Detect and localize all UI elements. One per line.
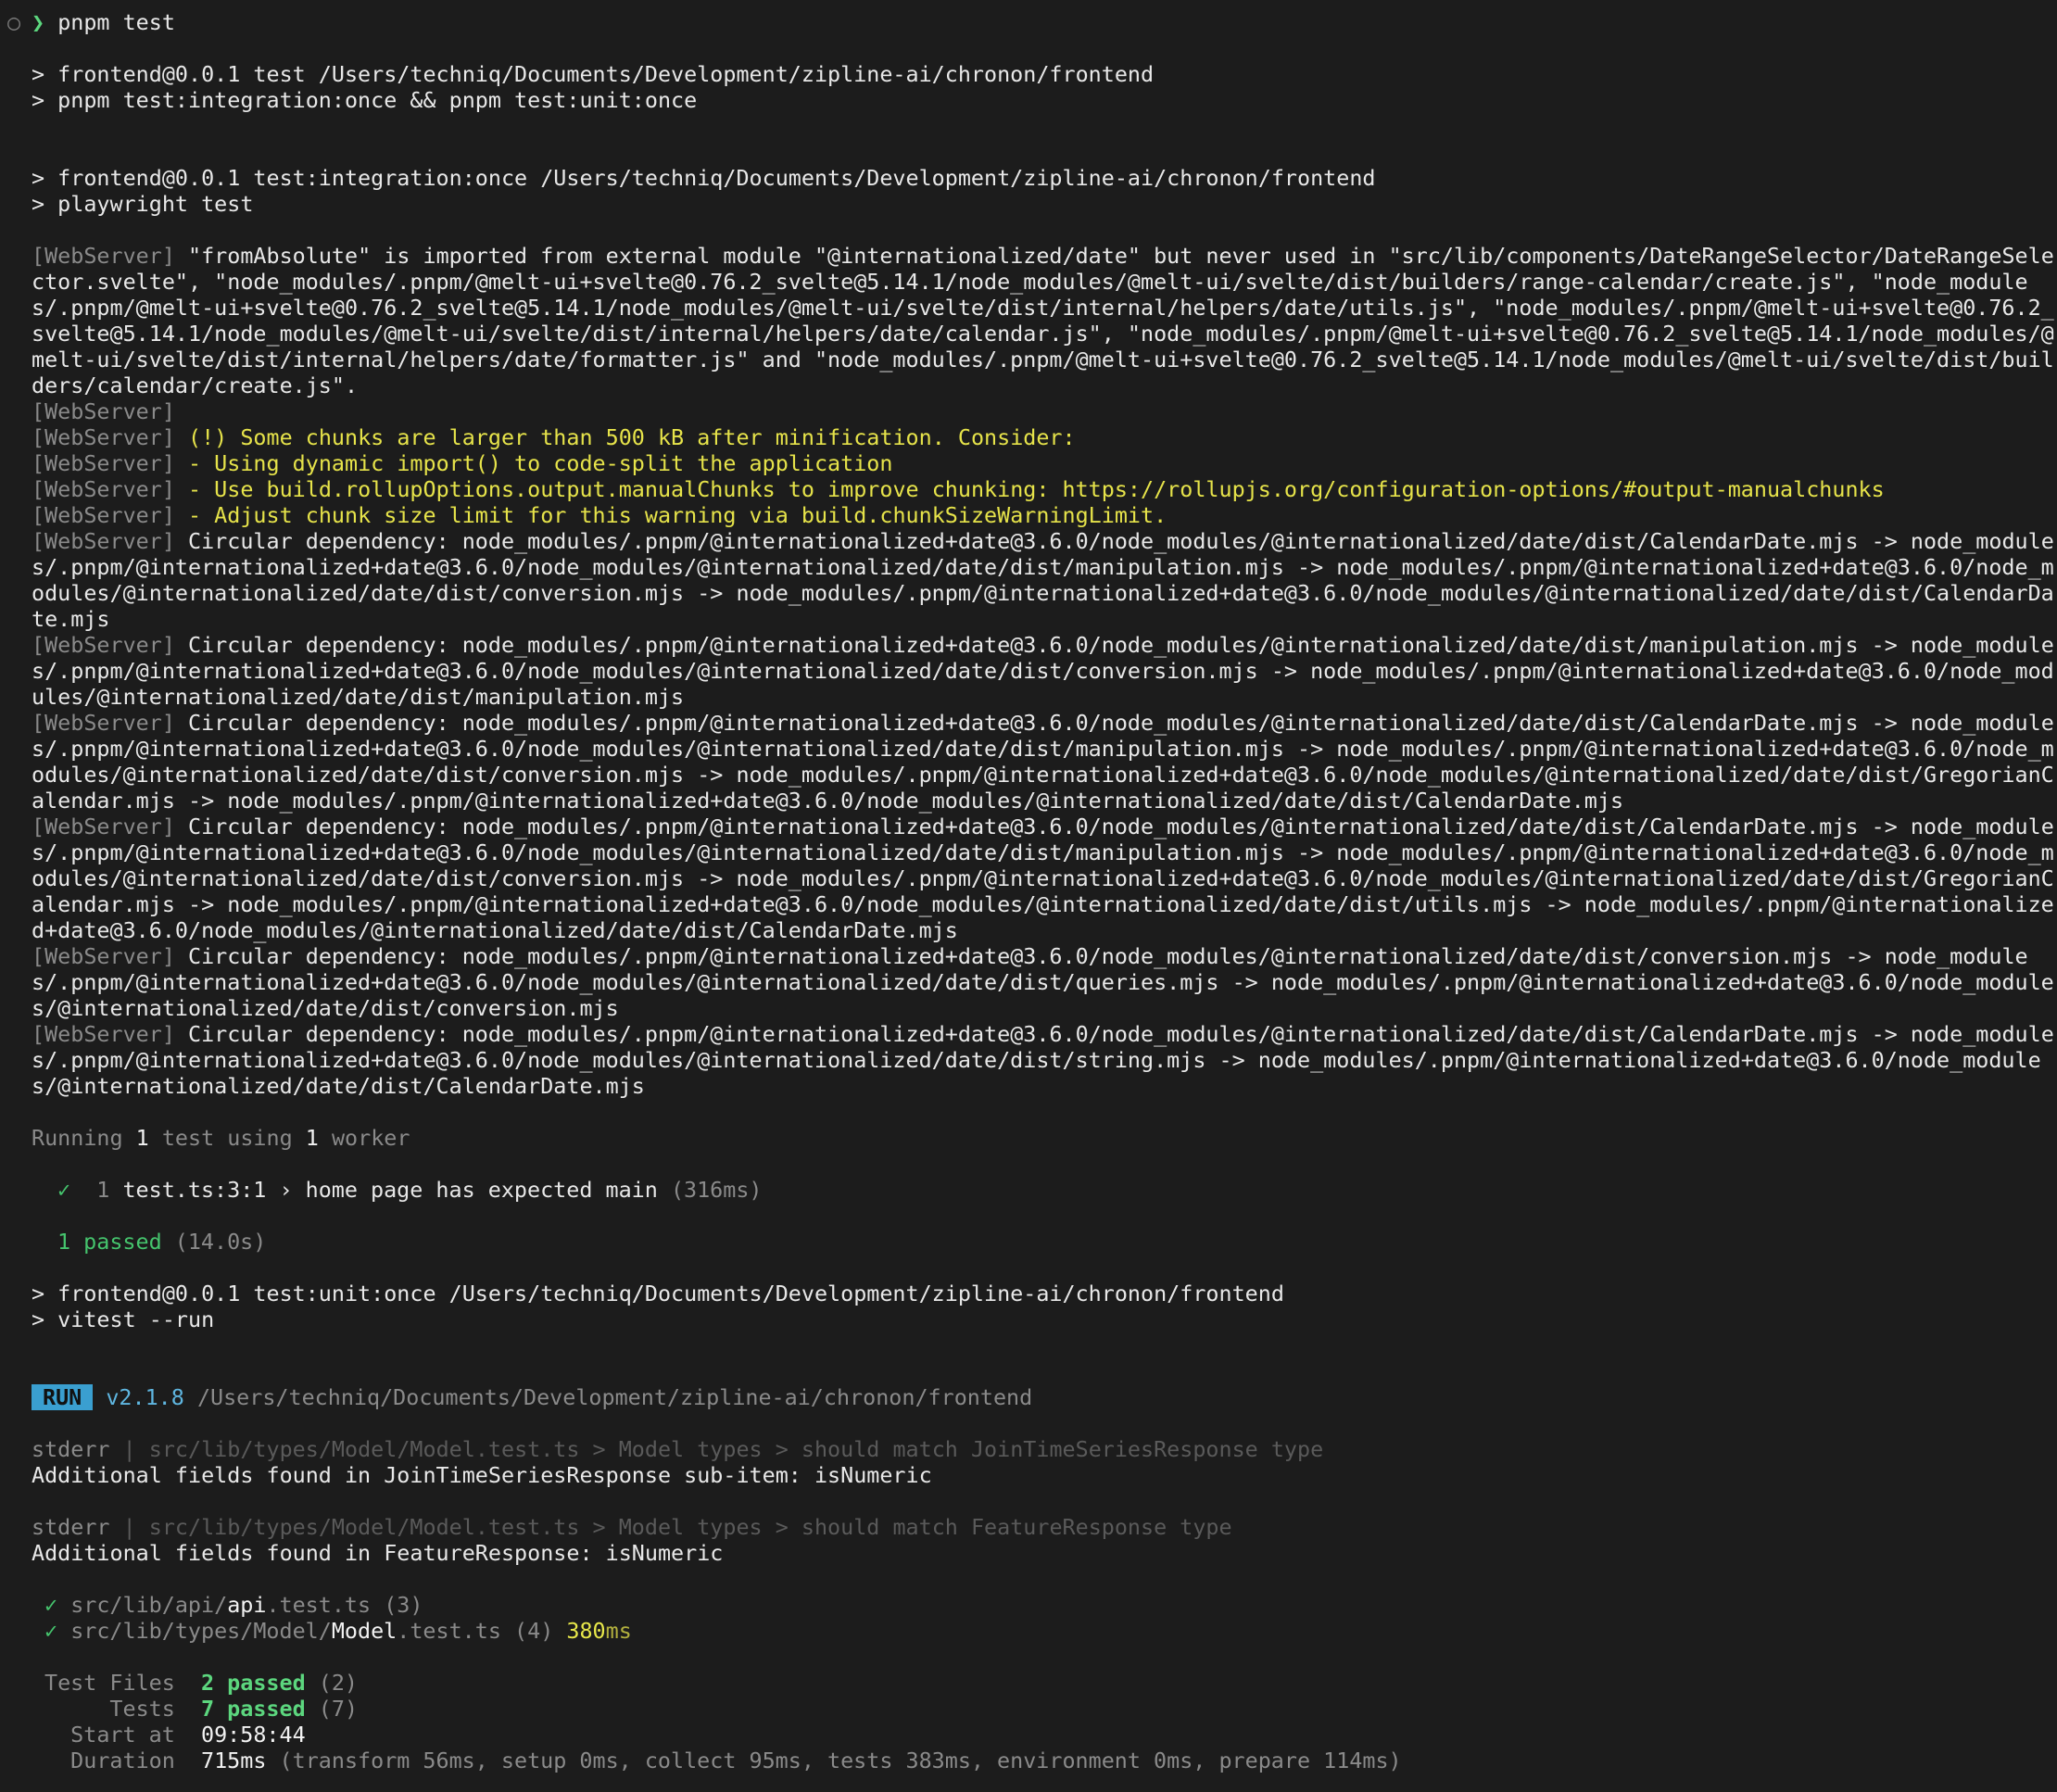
webserver-warning-line: [WebServer] - Using dynamic import() to … (32, 450, 893, 476)
circular-dependency-line: [WebServer] Circular dependency: node_mo… (32, 528, 2054, 632)
summary-duration: Duration 715ms (transform 56ms, setup 0m… (70, 1748, 1402, 1773)
command-text: pnpm test (57, 9, 175, 35)
check-icon: ✓ (44, 1592, 58, 1618)
script-header: > frontend@0.0.1 test:integration:once /… (32, 165, 1376, 191)
webserver-tag: [WebServer] (32, 243, 175, 269)
playwright-running-line: Running 1 test using 1 worker (32, 1125, 410, 1151)
script-header: > frontend@0.0.1 test /Users/techniq/Doc… (32, 61, 1155, 87)
stderr-header: stderr | src/lib/types/Model/Model.test.… (32, 1514, 1232, 1540)
circular-dependency-line: [WebServer] Circular dependency: node_mo… (32, 710, 2054, 814)
circular-dependency-line: [WebServer] Circular dependency: node_mo… (32, 632, 2054, 710)
script-command: > pnpm test:integration:once && pnpm tes… (32, 87, 698, 113)
test-file-result: ✓ src/lib/types/Model/Model.test.ts (4) … (44, 1618, 632, 1644)
stderr-message: Additional fields found in JoinTimeSerie… (32, 1462, 932, 1488)
command-line: ❯ pnpm test (32, 9, 2057, 35)
summary-start: Start at 09:58:44 (70, 1722, 306, 1748)
vitest-version: v2.1.8 (106, 1384, 184, 1410)
prompt-arrow-icon: ❯ (32, 9, 45, 35)
script-command: > playwright test (32, 191, 254, 217)
webserver-log-line: [WebServer] "fromAbsolute" is imported f… (32, 243, 2057, 398)
playwright-summary: 1 passed (14.0s) (57, 1229, 267, 1255)
summary-test-files: Test Files 2 passed (2) (44, 1670, 359, 1696)
script-command: > vitest --run (32, 1306, 215, 1332)
webserver-log-line: [WebServer] (32, 398, 175, 424)
check-icon: ✓ (57, 1177, 71, 1203)
test-file-result: ✓ src/lib/api/api.test.ts (3) (44, 1592, 423, 1618)
webserver-warning-line: [WebServer] - Adjust chunk size limit fo… (32, 502, 1167, 528)
run-badge: RUN (32, 1384, 94, 1410)
vitest-run-header: RUN v2.1.8 /Users/techniq/Documents/Deve… (32, 1384, 2057, 1410)
playwright-test-result: ✓ 1 test.ts:3:1 › home page has expected… (57, 1177, 763, 1203)
summary-tests: Tests 7 passed (7) (109, 1696, 359, 1722)
stderr-header: stderr | src/lib/types/Model/Model.test.… (32, 1436, 1324, 1462)
stderr-message: Additional fields found in FeatureRespon… (32, 1540, 724, 1566)
terminal-output[interactable]: ❯ pnpm test > frontend@0.0.1 test /Users… (32, 9, 2057, 1773)
check-icon: ✓ (44, 1618, 58, 1644)
prompt-status-icon: ○ (7, 9, 21, 35)
webserver-warning-line: [WebServer] (!) Some chunks are larger t… (32, 424, 1076, 450)
vitest-path: /Users/techniq/Documents/Development/zip… (196, 1384, 1033, 1410)
script-header: > frontend@0.0.1 test:unit:once /Users/t… (32, 1281, 1284, 1306)
webserver-message: "fromAbsolute" is imported from external… (32, 243, 2054, 398)
circular-dependency-line: [WebServer] Circular dependency: node_mo… (32, 943, 2054, 1021)
circular-dependency-line: [WebServer] Circular dependency: node_mo… (32, 814, 2054, 943)
webserver-warning-line: [WebServer] - Use build.rollupOptions.ou… (32, 476, 1885, 502)
circular-dependency-line: [WebServer] Circular dependency: node_mo… (32, 1021, 2054, 1099)
